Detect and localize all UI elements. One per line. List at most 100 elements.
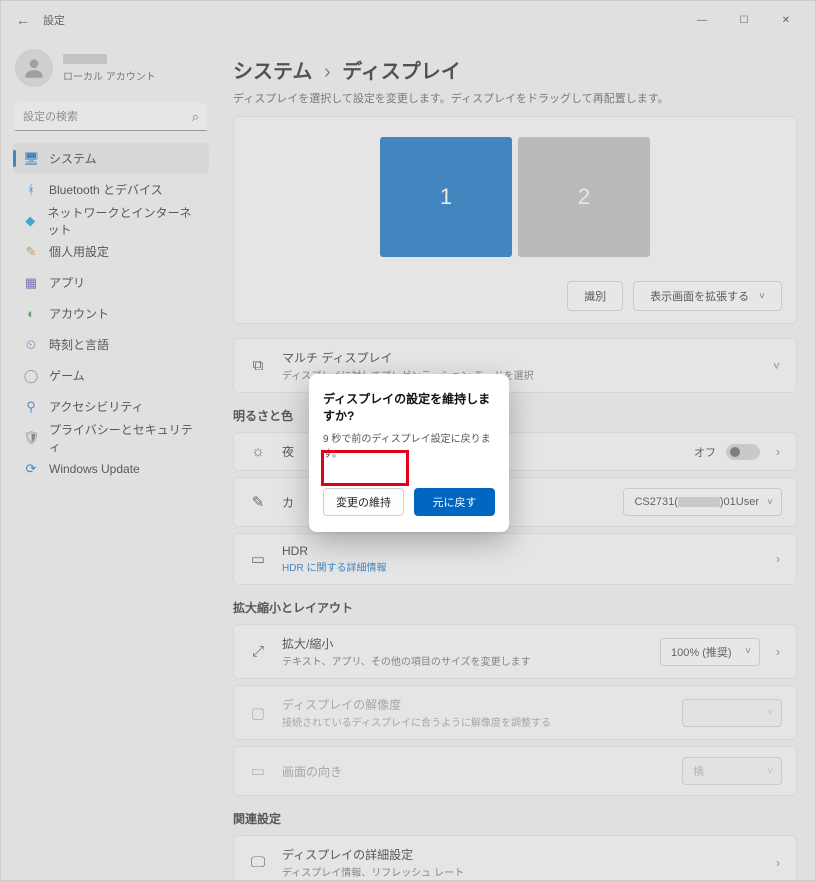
nav-icon: ✎ <box>23 244 39 260</box>
resolution-icon: ▢ <box>248 704 268 722</box>
sidebar-item-10[interactable]: ⟳ Windows Update <box>13 453 209 484</box>
breadcrumb-leaf: ディスプレイ <box>342 61 461 83</box>
nav-icon: ◯ <box>23 368 39 384</box>
sidebar-item-6[interactable]: ⏲ 時刻と言語 <box>13 329 209 360</box>
nav-label: アクセシビリティ <box>49 398 144 415</box>
orientation-card: ▭ 画面の向き 横 <box>233 746 797 796</box>
window-title: 設定 <box>43 12 65 28</box>
section-related: 関連設定 <box>233 810 797 827</box>
nav-label: 個人用設定 <box>49 243 109 260</box>
chevron-right-icon: › <box>774 645 782 659</box>
multi-display-icon: ⧉ <box>248 357 268 374</box>
card-title: 画面の向き <box>282 763 668 780</box>
advanced-display-card[interactable]: 🖵 ディスプレイの詳細設定 ディスプレイ情報、リフレッシュ レート › <box>233 835 797 880</box>
nav-icon: ⚲ <box>23 399 39 415</box>
extend-dropdown[interactable]: 表示画面を拡張する <box>633 281 782 311</box>
search-icon: ⌕ <box>192 109 199 125</box>
redacted <box>678 497 720 507</box>
dialog-title: ディスプレイの設定を維持しますか? <box>323 390 495 424</box>
card-desc: 接続されているディスプレイに合うように解像度を調整する <box>282 714 668 729</box>
sun-icon: ☼ <box>248 443 268 460</box>
nav-icon: ◐ <box>23 306 39 321</box>
settings-window: ← 設定 — ☐ ✕ ローカル アカウント ⌕ 🖥 システム ᚼBluetooth … <box>0 0 816 881</box>
person-icon <box>21 55 47 81</box>
chevron-right-icon: › <box>774 856 782 870</box>
sidebar-item-9[interactable]: 🛡 プライバシーとセキュリティ <box>13 422 209 453</box>
nav-list: 🖥 システム ᚼBluetooth とデバイス ◆ ネットワークとインターネット ✎ 個人用… <box>13 143 209 484</box>
orientation-icon: ▭ <box>248 762 268 780</box>
user-name-redacted <box>63 54 107 64</box>
nav-label: Windows Update <box>49 462 140 476</box>
user-subtitle: ローカル アカウント <box>63 68 156 83</box>
sidebar-item-0[interactable]: 🖥 システム <box>13 143 209 174</box>
display-arrangement-panel: 1 2 識別 表示画面を拡張する <box>233 116 797 324</box>
nav-label: アプリ <box>49 274 85 291</box>
sidebar-item-4[interactable]: ▦ アプリ <box>13 267 209 298</box>
sidebar-item-3[interactable]: ✎ 個人用設定 <box>13 236 209 267</box>
breadcrumb-root[interactable]: システム <box>233 61 312 83</box>
monitor-canvas[interactable]: 1 2 <box>248 137 782 257</box>
keep-changes-button[interactable]: 変更の維持 <box>323 488 404 516</box>
monitor-2[interactable]: 2 <box>518 137 650 257</box>
nav-label: アカウント <box>49 305 109 322</box>
breadcrumb: システム › ディスプレイ <box>233 55 797 84</box>
card-title: マルチ ディスプレイ <box>282 349 757 366</box>
hdr-card[interactable]: ▭ HDR HDR に関する詳細情報 › <box>233 533 797 585</box>
search-box[interactable]: ⌕ <box>15 103 207 131</box>
nav-label: システム <box>49 150 97 167</box>
keep-changes-dialog: ディスプレイの設定を維持しますか? 9 秒で前のディスプレイ設定に戻ります。 変… <box>309 374 509 532</box>
night-light-toggle[interactable] <box>726 444 760 460</box>
card-title: 拡大/縮小 <box>282 635 646 652</box>
display-hint: ディスプレイを選択して設定を変更します。ディスプレイをドラッグして再配置します。 <box>233 90 797 106</box>
chevron-right-icon: › <box>324 61 331 83</box>
nav-label: Bluetooth とデバイス <box>49 181 163 198</box>
identify-button[interactable]: 識別 <box>567 281 623 311</box>
card-title: ディスプレイの解像度 <box>282 696 668 713</box>
hdr-icon: ▭ <box>248 550 268 568</box>
nav-label: ネットワークとインターネット <box>47 204 199 238</box>
nav-label: プライバシーとセキュリティ <box>49 421 199 455</box>
orientation-combo: 横 <box>682 757 782 785</box>
nav-label: ゲーム <box>49 367 85 384</box>
section-scale: 拡大縮小とレイアウト <box>233 599 797 616</box>
revert-button[interactable]: 元に戻す <box>414 488 495 516</box>
nav-icon: ⟳ <box>23 461 39 477</box>
scale-icon: ⤢ <box>248 643 268 660</box>
eyedropper-icon: ✎ <box>248 493 268 511</box>
chevron-right-icon: › <box>774 552 782 566</box>
nav-icon: 🛡 <box>23 430 39 446</box>
resolution-combo <box>682 699 782 727</box>
sidebar-item-2[interactable]: ◆ ネットワークとインターネット <box>13 205 209 236</box>
dialog-desc: 9 秒で前のディスプレイ設定に戻ります。 <box>323 430 495 460</box>
toggle-state: オフ <box>694 444 716 460</box>
titlebar: ← 設定 — ☐ ✕ <box>1 1 815 39</box>
nav-icon: ◆ <box>23 213 37 229</box>
resolution-card: ▢ ディスプレイの解像度 接続されているディスプレイに合うように解像度を調整する <box>233 685 797 740</box>
card-desc: ディスプレイ情報、リフレッシュ レート <box>282 864 760 879</box>
scale-card[interactable]: ⤢ 拡大/縮小 テキスト、アプリ、その他の項目のサイズを変更します 100% (… <box>233 624 797 679</box>
sidebar-item-8[interactable]: ⚲ アクセシビリティ <box>13 391 209 422</box>
sidebar-item-1[interactable]: ᚼBluetooth とデバイス <box>13 174 209 205</box>
maximize-button[interactable]: ☐ <box>723 5 765 35</box>
chevron-right-icon: › <box>774 445 782 459</box>
sidebar-item-7[interactable]: ◯ ゲーム <box>13 360 209 391</box>
card-title: ディスプレイの詳細設定 <box>282 846 760 863</box>
card-desc: テキスト、アプリ、その他の項目のサイズを変更します <box>282 653 646 668</box>
back-button[interactable]: ← <box>9 12 37 28</box>
sidebar-item-5[interactable]: ◐ アカウント <box>13 298 209 329</box>
card-title: HDR <box>282 544 760 558</box>
hdr-link[interactable]: HDR に関する詳細情報 <box>282 559 760 574</box>
nav-label: 時刻と言語 <box>49 336 109 353</box>
color-profile-combo[interactable]: CS2731()01User <box>623 488 782 516</box>
scale-combo[interactable]: 100% (推奨) <box>660 638 760 666</box>
nav-icon: 🖥 <box>23 151 39 167</box>
chevron-down-icon: ˅ <box>771 359 782 373</box>
avatar <box>15 49 53 87</box>
nav-icon: ▦ <box>23 275 39 291</box>
monitor-1[interactable]: 1 <box>380 137 512 257</box>
minimize-button[interactable]: — <box>681 5 723 35</box>
nav-icon: ⏲ <box>23 337 39 353</box>
close-button[interactable]: ✕ <box>765 5 807 35</box>
user-block[interactable]: ローカル アカウント <box>13 45 209 97</box>
search-input[interactable] <box>15 103 207 131</box>
